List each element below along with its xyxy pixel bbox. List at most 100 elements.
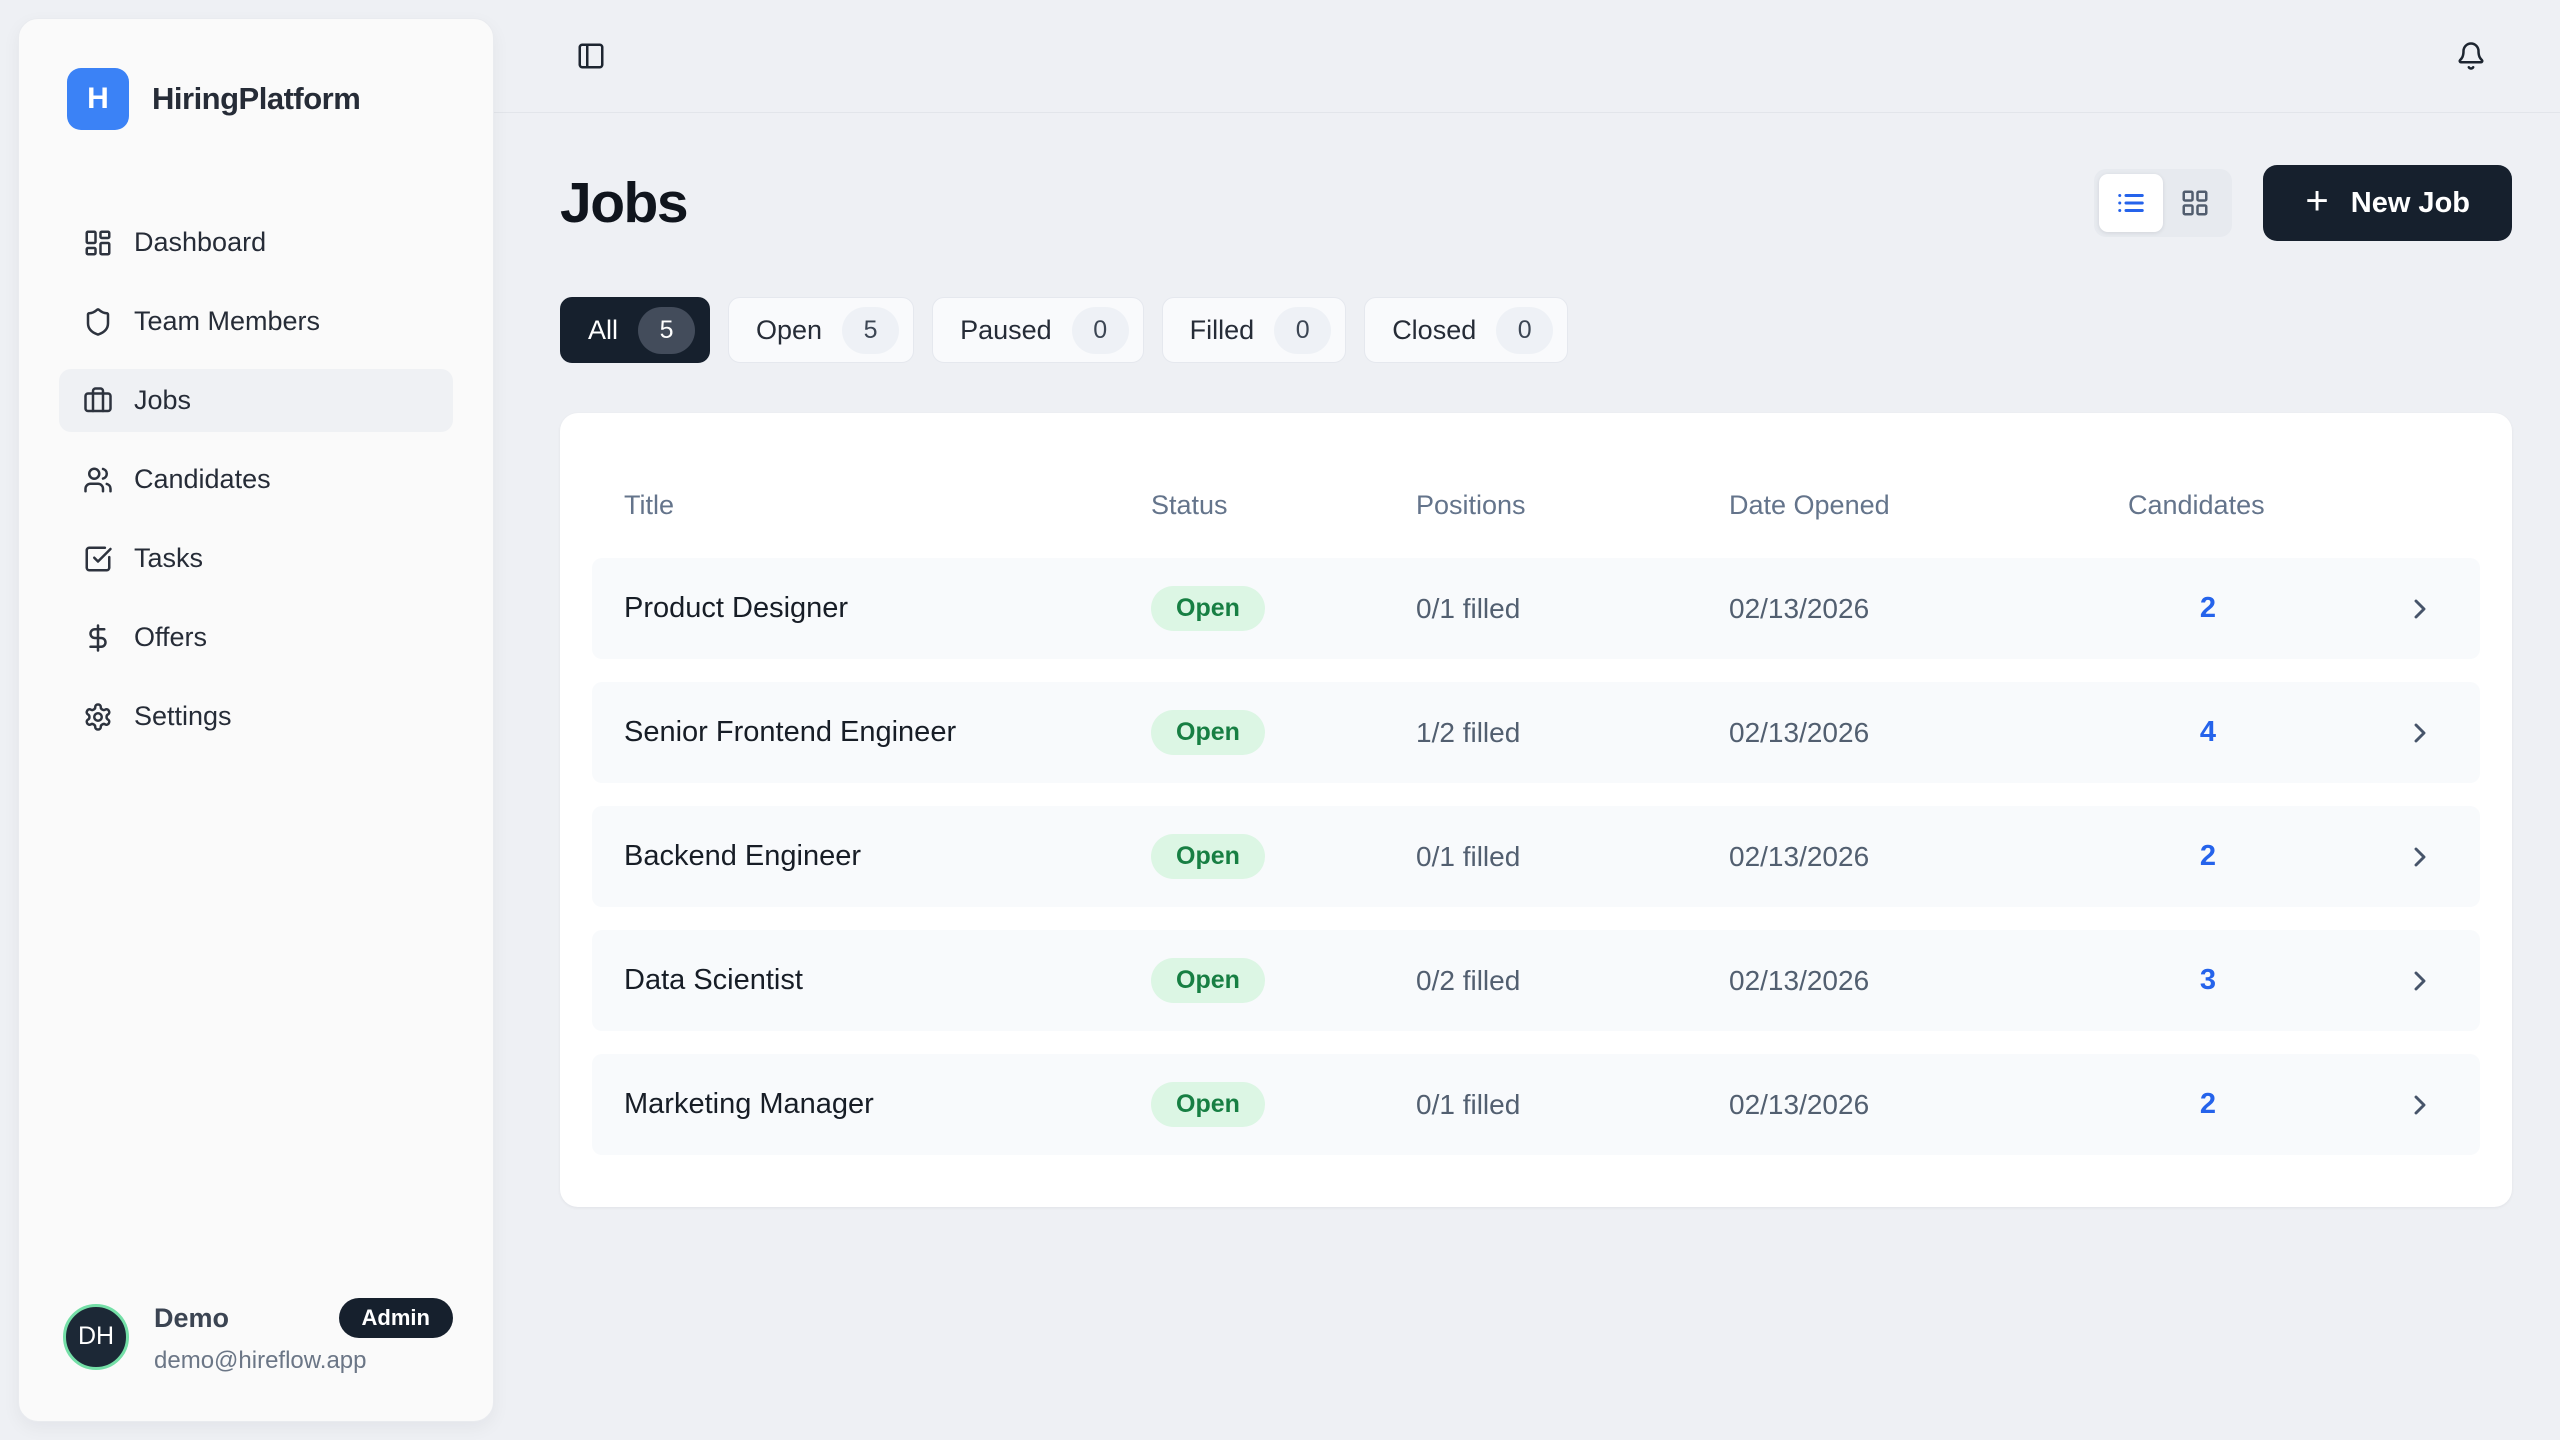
job-status-cell: Open — [1151, 1082, 1416, 1127]
status-badge: Open — [1151, 958, 1265, 1003]
status-badge: Open — [1151, 1082, 1265, 1127]
filter-tab-label: Paused — [960, 315, 1052, 346]
chevron-right-icon — [2404, 1089, 2436, 1121]
job-positions: 0/1 filled — [1416, 593, 1729, 625]
filter-tab-open[interactable]: Open 5 — [728, 297, 914, 363]
status-badge: Open — [1151, 586, 1265, 631]
job-candidates-link[interactable]: 2 — [2128, 1088, 2288, 1121]
filter-tab-count: 0 — [1496, 307, 1553, 354]
filter-tab-label: All — [588, 315, 618, 346]
job-title: Product Designer — [624, 592, 1151, 625]
dashboard-icon — [83, 228, 113, 258]
main-area: Jobs + New Job All5 Open 5 Paused 0 Filled0 Cl… — [494, 0, 2560, 1440]
job-date-opened: 02/13/2026 — [1729, 717, 2128, 749]
chevron-right-icon — [2404, 717, 2436, 749]
topbar — [494, 0, 2560, 113]
row-open-button[interactable] — [2288, 593, 2448, 625]
job-candidates-link[interactable]: 2 — [2128, 592, 2288, 625]
job-positions: 0/1 filled — [1416, 1089, 1729, 1121]
status-filter-tabs: All5 Open 5 Paused 0 Filled0 Closed0 — [560, 297, 2512, 363]
task-check-icon — [83, 544, 113, 574]
row-open-button[interactable] — [2288, 965, 2448, 997]
job-status-cell: Open — [1151, 958, 1416, 1003]
job-title: Data Scientist — [624, 964, 1151, 997]
chevron-right-icon — [2404, 841, 2436, 873]
row-open-button[interactable] — [2288, 841, 2448, 873]
column-header-candidates: Candidates — [2128, 490, 2288, 521]
user-name: Demo — [154, 1303, 229, 1334]
user-email: demo@hireflow.app — [154, 1347, 453, 1375]
new-job-button[interactable]: + New Job — [2263, 165, 2512, 241]
sidebar-item-candidates[interactable]: Candidates — [59, 448, 453, 511]
app-title: HiringPlatform — [152, 81, 360, 117]
page-title: Jobs — [560, 170, 687, 236]
filter-tab-count: 5 — [842, 307, 899, 354]
plus-icon: + — [2305, 181, 2328, 221]
table-row[interactable]: Marketing ManagerOpen0/1 filled02/13/202… — [592, 1054, 2480, 1155]
view-toggle — [2094, 169, 2232, 237]
sidebar-item-jobs[interactable]: Jobs — [59, 369, 453, 432]
sidebar-item-team-members[interactable]: Team Members — [59, 290, 453, 353]
new-job-label: New Job — [2351, 187, 2470, 220]
chevron-right-icon — [2404, 593, 2436, 625]
jobs-table-card: Title Status Positions Date Opened Candi… — [560, 413, 2512, 1207]
gear-icon — [83, 702, 113, 732]
row-open-button[interactable] — [2288, 1089, 2448, 1121]
job-title: Backend Engineer — [624, 840, 1151, 873]
job-candidates-link[interactable]: 3 — [2128, 964, 2288, 997]
column-header-status: Status — [1151, 490, 1416, 521]
sidebar-item-label: Tasks — [134, 543, 203, 574]
sidebar-item-dashboard[interactable]: Dashboard — [59, 211, 453, 274]
sidebar-item-label: Dashboard — [134, 227, 266, 258]
chevron-right-icon — [2404, 965, 2436, 997]
sidebar-item-label: Offers — [134, 622, 207, 653]
sidebar-item-tasks[interactable]: Tasks — [59, 527, 453, 590]
user-info: Demo Admin demo@hireflow.app — [154, 1298, 453, 1375]
job-candidates-link[interactable]: 2 — [2128, 840, 2288, 873]
grid-view-button[interactable] — [2163, 174, 2227, 232]
column-header-positions: Positions — [1416, 490, 1729, 521]
filter-tab-filled[interactable]: Filled0 — [1162, 297, 1347, 363]
job-positions: 0/2 filled — [1416, 965, 1729, 997]
user-area[interactable]: DH Demo Admin demo@hireflow.app — [19, 1298, 493, 1421]
table-row[interactable]: Data ScientistOpen 0/2 filled02/13/20263 — [592, 930, 2480, 1031]
avatar: DH — [63, 1304, 129, 1370]
table-row[interactable]: Backend EngineerOpen0/1 filled02/13/2026… — [592, 806, 2480, 907]
job-date-opened: 02/13/2026 — [1729, 593, 2128, 625]
filter-tab-paused[interactable]: Paused 0 — [932, 297, 1144, 363]
sidebar: H HiringPlatform Dashboard Team Members Jo… — [18, 18, 494, 1422]
sidebar-item-settings[interactable]: Settings — [59, 685, 453, 748]
users-icon — [83, 465, 113, 495]
bell-icon — [2456, 41, 2486, 71]
job-candidates-link[interactable]: 4 — [2128, 716, 2288, 749]
job-status-cell: Open — [1151, 586, 1416, 631]
filter-tab-all[interactable]: All5 — [560, 297, 710, 363]
app-brand: H HiringPlatform — [19, 19, 493, 211]
sidebar-item-label: Team Members — [134, 306, 320, 337]
sidebar-toggle-button[interactable] — [572, 37, 610, 75]
avatar-initials: DH — [78, 1322, 114, 1351]
head-actions: + New Job — [2094, 165, 2512, 241]
job-title: Marketing Manager — [624, 1088, 1151, 1121]
sidebar-item-offers[interactable]: Offers — [59, 606, 453, 669]
sidebar-item-label: Settings — [134, 701, 232, 732]
sidebar-item-label: Candidates — [134, 464, 271, 495]
job-date-opened: 02/13/2026 — [1729, 965, 2128, 997]
job-status-cell: Open — [1151, 710, 1416, 755]
row-open-button[interactable] — [2288, 717, 2448, 749]
filter-tab-closed[interactable]: Closed0 — [1364, 297, 1568, 363]
table-body: Product DesignerOpen0/1 filled02/13/2026… — [592, 558, 2480, 1155]
filter-tab-count: 0 — [1072, 307, 1129, 354]
table-row[interactable]: Product DesignerOpen 0/1 filled02/13/2026… — [592, 558, 2480, 659]
dollar-icon — [83, 623, 113, 653]
content: Jobs + New Job All5 Open 5 Paused 0 Filled0 Cl… — [494, 113, 2560, 1207]
sidebar-item-label: Jobs — [134, 385, 191, 416]
app-logo-letter: H — [87, 82, 109, 116]
job-positions: 0/1 filled — [1416, 841, 1729, 873]
notifications-button[interactable] — [2452, 37, 2490, 75]
job-positions: 1/2 filled — [1416, 717, 1729, 749]
filter-tab-label: Open — [756, 315, 822, 346]
table-row[interactable]: Senior Frontend EngineerOpen1/2 filled02… — [592, 682, 2480, 783]
list-view-button[interactable] — [2099, 174, 2163, 232]
role-badge: Admin — [339, 1298, 453, 1338]
